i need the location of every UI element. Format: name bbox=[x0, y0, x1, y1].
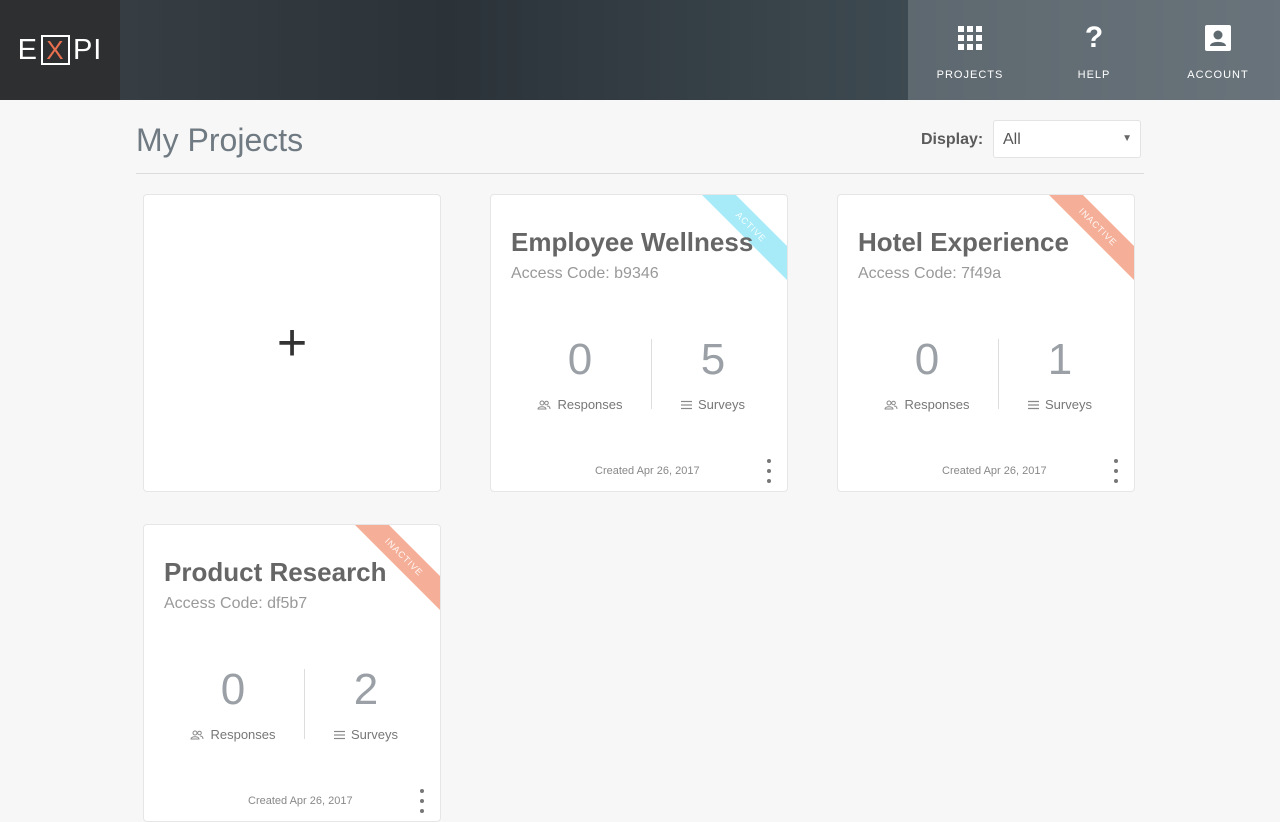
surveys-stat: 2 Surveys bbox=[306, 665, 426, 742]
responses-label: Responses bbox=[904, 397, 970, 412]
access-code: Access Code: df5b7 bbox=[164, 595, 308, 612]
responses-label-row: Responses bbox=[520, 397, 640, 412]
responses-count: 0 bbox=[914, 335, 940, 384]
responses-count: 0 bbox=[220, 665, 246, 714]
question-icon: ? bbox=[1084, 21, 1104, 54]
created-date: Created Apr 26, 2017 bbox=[248, 795, 353, 807]
project-name: Product Research bbox=[164, 557, 387, 587]
nav-projects[interactable]: PROJECTS bbox=[908, 0, 1032, 100]
title-divider bbox=[136, 173, 1144, 174]
surveys-label: Surveys bbox=[698, 397, 745, 412]
chevron-down-icon: ▼ bbox=[1122, 133, 1132, 144]
surveys-label-row: Surveys bbox=[653, 397, 773, 412]
project-card[interactable]: INACTIVE Product Research Access Code: d… bbox=[143, 524, 441, 822]
surveys-label: Surveys bbox=[351, 727, 398, 742]
users-icon bbox=[537, 400, 551, 409]
project-name: Hotel Experience bbox=[858, 227, 1069, 257]
display-filter-select[interactable]: All ▼ bbox=[993, 120, 1141, 158]
grid-icon bbox=[957, 24, 983, 52]
surveys-label: Surveys bbox=[1045, 397, 1092, 412]
account-icon bbox=[1205, 24, 1231, 52]
nav-account[interactable]: ACCOUNT bbox=[1156, 0, 1280, 100]
list-icon bbox=[334, 730, 346, 739]
list-icon bbox=[681, 400, 693, 409]
logo-letters-pi: PI bbox=[72, 33, 103, 66]
top-nav: PROJECTS ? HELP ACCOUNT bbox=[908, 0, 1280, 100]
new-project-card[interactable]: + bbox=[143, 194, 441, 492]
surveys-label-row: Surveys bbox=[1000, 397, 1120, 412]
users-icon bbox=[190, 730, 204, 739]
stat-divider bbox=[651, 339, 652, 409]
surveys-label-row: Surveys bbox=[306, 727, 426, 742]
nav-projects-label: PROJECTS bbox=[936, 69, 1004, 81]
display-filter-label: Display: bbox=[921, 131, 984, 148]
nav-help[interactable]: ? HELP bbox=[1032, 0, 1156, 100]
logo-letter-x: X bbox=[40, 35, 70, 65]
nav-account-label: ACCOUNT bbox=[1187, 69, 1249, 81]
display-filter-value: All bbox=[1003, 131, 1021, 148]
surveys-count: 5 bbox=[700, 335, 726, 384]
plus-icon: + bbox=[276, 314, 308, 372]
surveys-stat: 5 Surveys bbox=[653, 335, 773, 412]
stat-divider bbox=[304, 669, 305, 739]
logo-letter-e: E bbox=[17, 33, 38, 66]
logo[interactable]: E X PI bbox=[0, 0, 120, 100]
access-code: Access Code: 7f49a bbox=[858, 265, 1002, 282]
surveys-stat: 1 Surveys bbox=[1000, 335, 1120, 412]
more-options-icon[interactable] bbox=[1111, 459, 1121, 483]
created-date: Created Apr 26, 2017 bbox=[595, 465, 700, 477]
responses-label-row: Responses bbox=[173, 727, 293, 742]
responses-count: 0 bbox=[567, 335, 593, 384]
responses-stat: 0 Responses bbox=[173, 665, 293, 742]
users-icon bbox=[884, 400, 898, 409]
more-options-icon[interactable] bbox=[417, 789, 427, 813]
project-name: Employee Wellness bbox=[511, 227, 754, 257]
access-code: Access Code: b9346 bbox=[511, 265, 659, 282]
responses-stat: 0 Responses bbox=[867, 335, 987, 412]
responses-stat: 0 Responses bbox=[520, 335, 640, 412]
responses-label: Responses bbox=[557, 397, 623, 412]
stat-divider bbox=[998, 339, 999, 409]
responses-label: Responses bbox=[210, 727, 276, 742]
page-title: My Projects bbox=[136, 122, 304, 158]
logo-text: E X PI bbox=[18, 34, 103, 67]
top-header: E X PI PROJECTS ? HELP ACCOUNT bbox=[0, 0, 1280, 100]
surveys-count: 2 bbox=[353, 665, 379, 714]
surveys-count: 1 bbox=[1047, 335, 1073, 384]
more-options-icon[interactable] bbox=[764, 459, 774, 483]
project-card[interactable]: INACTIVE Hotel Experience Access Code: 7… bbox=[837, 194, 1135, 492]
nav-help-label: HELP bbox=[1077, 69, 1111, 81]
project-card[interactable]: ACTIVE Employee Wellness Access Code: b9… bbox=[490, 194, 788, 492]
responses-label-row: Responses bbox=[867, 397, 987, 412]
created-date: Created Apr 26, 2017 bbox=[942, 465, 1047, 477]
list-icon bbox=[1028, 400, 1040, 409]
